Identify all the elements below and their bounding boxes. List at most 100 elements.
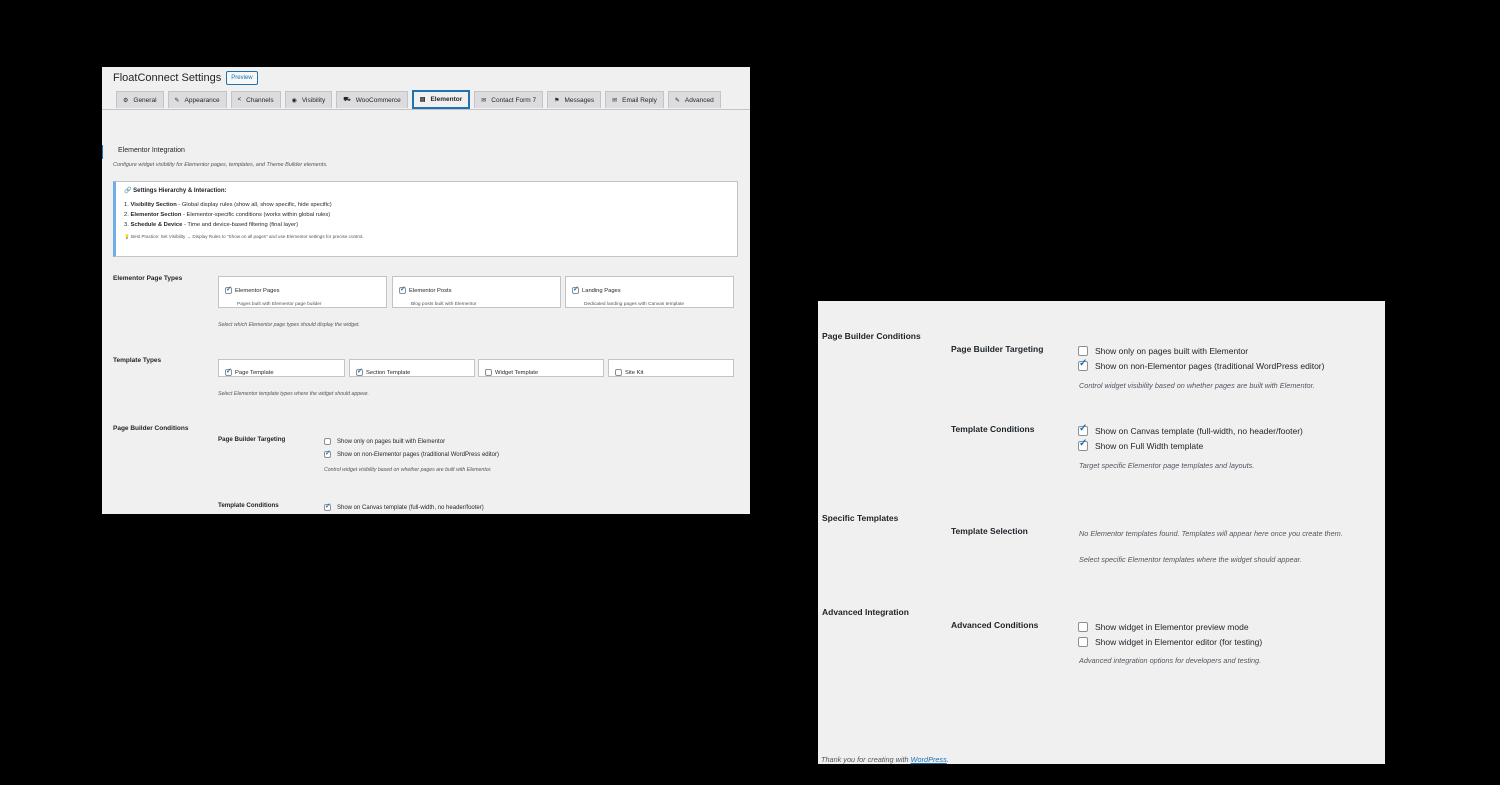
- tab-label: General: [133, 96, 157, 104]
- checkbox[interactable]: [572, 285, 579, 295]
- targeting-hint: Control widget visibility based on wheth…: [324, 467, 492, 473]
- card-section-template[interactable]: Section Template: [349, 359, 475, 377]
- item-number: 1.: [124, 202, 129, 208]
- page-types-label: Elementor Page Types: [113, 275, 183, 282]
- checkbox[interactable]: [1078, 358, 1088, 371]
- template-types-label: Template Types: [113, 357, 162, 364]
- page-builder-label: Page Builder Conditions: [822, 331, 921, 341]
- tab-email-reply[interactable]: ✉ Email Reply: [605, 91, 664, 108]
- notice-item: 1. Visibility Section - Global display r…: [124, 202, 729, 208]
- option-full-width-template[interactable]: Show on Full Width template: [1078, 438, 1203, 451]
- focus-indicator: [102, 145, 103, 159]
- template-conditions-hint: Target specific Elementor page templates…: [1079, 461, 1255, 470]
- card-label: Elementor Pages: [235, 287, 280, 294]
- tab-label: Appearance: [184, 96, 220, 104]
- item-bold: Visibility Section: [130, 202, 177, 208]
- checkbox[interactable]: [324, 438, 331, 445]
- gear-icon: ⚙: [123, 97, 129, 104]
- card-label: Page Template: [235, 369, 274, 376]
- option-canvas-template[interactable]: Show on Canvas template (full-width, no …: [324, 502, 484, 511]
- footer-text: Thank you for creating with: [821, 755, 911, 764]
- targeting-hint: Control widget visibility based on wheth…: [1079, 381, 1315, 390]
- checkbox[interactable]: [1078, 637, 1088, 647]
- card-elementor-pages[interactable]: Elementor Pages Pages built with Element…: [218, 276, 387, 308]
- wrench-icon: ✎: [674, 97, 680, 104]
- tab-messages[interactable]: ⚑ Messages: [547, 91, 602, 108]
- tab-appearance[interactable]: ✎ Appearance: [167, 91, 227, 108]
- option-non-elementor[interactable]: Show on non-Elementor pages (traditional…: [1078, 358, 1324, 371]
- checkbox[interactable]: [1078, 423, 1088, 436]
- tab-label: Email Reply: [622, 96, 657, 104]
- checkbox[interactable]: [615, 369, 622, 377]
- tab-label: Visibility: [301, 96, 326, 104]
- checkbox[interactable]: [356, 367, 363, 377]
- checkbox[interactable]: [324, 502, 331, 511]
- tab-channels[interactable]: < Channels: [230, 91, 281, 108]
- preview-button[interactable]: Preview: [226, 71, 258, 85]
- card-description: Blog posts built with Elementor: [411, 302, 477, 307]
- checkbox[interactable]: [324, 449, 331, 458]
- checkbox[interactable]: [1078, 622, 1088, 632]
- admin-footer: Thank you for creating with WordPress.: [821, 755, 949, 764]
- checkbox[interactable]: [225, 367, 232, 377]
- option-non-elementor[interactable]: Show on non-Elementor pages (traditional…: [324, 449, 499, 458]
- notice-item: 2. Elementor Section - Elementor-specifi…: [124, 212, 729, 218]
- advanced-conditions-label: Advanced Conditions: [951, 620, 1039, 630]
- tab-woocommerce[interactable]: ⛟ WooCommerce: [336, 91, 408, 108]
- option-preview-mode[interactable]: Show widget in Elementor preview mode: [1078, 622, 1249, 632]
- wordpress-link[interactable]: WordPress: [911, 755, 947, 764]
- tab-contact-form-7[interactable]: ✉ Contact Form 7: [474, 91, 544, 108]
- item-number: 3.: [124, 222, 129, 228]
- notice-item: 3. Schedule & Device - Time and device-b…: [124, 222, 729, 228]
- item-number: 2.: [124, 212, 129, 218]
- section-heading: Elementor Integration: [118, 147, 185, 154]
- option-editor-mode[interactable]: Show widget in Elementor editor (for tes…: [1078, 637, 1262, 647]
- tab-advanced[interactable]: ✎ Advanced: [667, 91, 721, 108]
- item-bold: Schedule & Device: [130, 222, 183, 228]
- card-widget-template[interactable]: Widget Template: [478, 359, 604, 377]
- card-site-kit[interactable]: Site Kit: [608, 359, 734, 377]
- tab-label: Contact Form 7: [491, 96, 537, 104]
- item-text: - Global display rules (show all, show s…: [176, 202, 332, 208]
- template-conditions-label: Template Conditions: [951, 424, 1035, 434]
- card-landing-pages[interactable]: Landing Pages Dedicated landing pages wi…: [565, 276, 734, 308]
- tab-visibility[interactable]: ◉ Visibility: [284, 91, 333, 108]
- option-label: Show on Canvas template (full-width, no …: [1095, 426, 1303, 436]
- page-title: FloatConnect Settings: [113, 72, 222, 84]
- card-description: Dedicated landing pages with Canvas temp…: [584, 302, 684, 307]
- card-label: Section Template: [366, 369, 411, 376]
- item-bold: Elementor Section: [130, 212, 182, 218]
- tab-elementor[interactable]: ▤ Elementor: [411, 90, 471, 109]
- messages-icon: ⚑: [554, 97, 560, 104]
- tab-label: Elementor: [430, 96, 463, 103]
- settings-screenshot-main: FloatConnect Settings Preview ⚙ General ✎…: [102, 67, 750, 514]
- eye-icon: ◉: [291, 97, 297, 104]
- card-label: Site Kit: [625, 369, 644, 376]
- option-label: Show widget in Elementor preview mode: [1095, 622, 1249, 632]
- checkbox[interactable]: [1078, 438, 1088, 451]
- template-conditions-label: Template Conditions: [218, 502, 279, 509]
- checkbox[interactable]: [1078, 346, 1088, 356]
- checkbox[interactable]: [399, 285, 406, 295]
- checkbox[interactable]: [485, 369, 492, 377]
- settings-tabs: ⚙ General ✎ Appearance < Channels ◉ Visibili…: [116, 90, 725, 109]
- tab-general[interactable]: ⚙ General: [116, 91, 164, 108]
- hierarchy-notice: 🔗 Settings Hierarchy & Interaction: 1. V…: [113, 181, 738, 257]
- item-text: - Time and device-based filtering (final…: [182, 222, 299, 228]
- card-elementor-posts[interactable]: Elementor Posts Blog posts built with El…: [392, 276, 561, 308]
- footer-end: .: [946, 755, 949, 764]
- card-page-template[interactable]: Page Template: [218, 359, 345, 377]
- settings-screenshot-continued: Page Builder Conditions Page Builder Tar…: [818, 301, 1385, 764]
- option-label: Show only on pages built with Elementor: [1095, 346, 1249, 356]
- option-canvas-template[interactable]: Show on Canvas template (full-width, no …: [1078, 423, 1303, 436]
- option-label: Show only on pages built with Elementor: [337, 438, 446, 445]
- card-label: Elementor Posts: [409, 287, 452, 294]
- option-only-elementor[interactable]: Show only on pages built with Elementor: [1078, 346, 1248, 356]
- tab-label: Channels: [246, 96, 274, 104]
- tab-label: WooCommerce: [355, 96, 401, 104]
- brush-icon: ✎: [174, 97, 180, 104]
- checkbox[interactable]: [225, 285, 232, 295]
- no-templates-message: No Elementor templates found. Templates …: [1079, 529, 1343, 538]
- advanced-hint: Advanced integration options for develop…: [1079, 656, 1262, 665]
- option-only-elementor[interactable]: Show only on pages built with Elementor: [324, 438, 445, 445]
